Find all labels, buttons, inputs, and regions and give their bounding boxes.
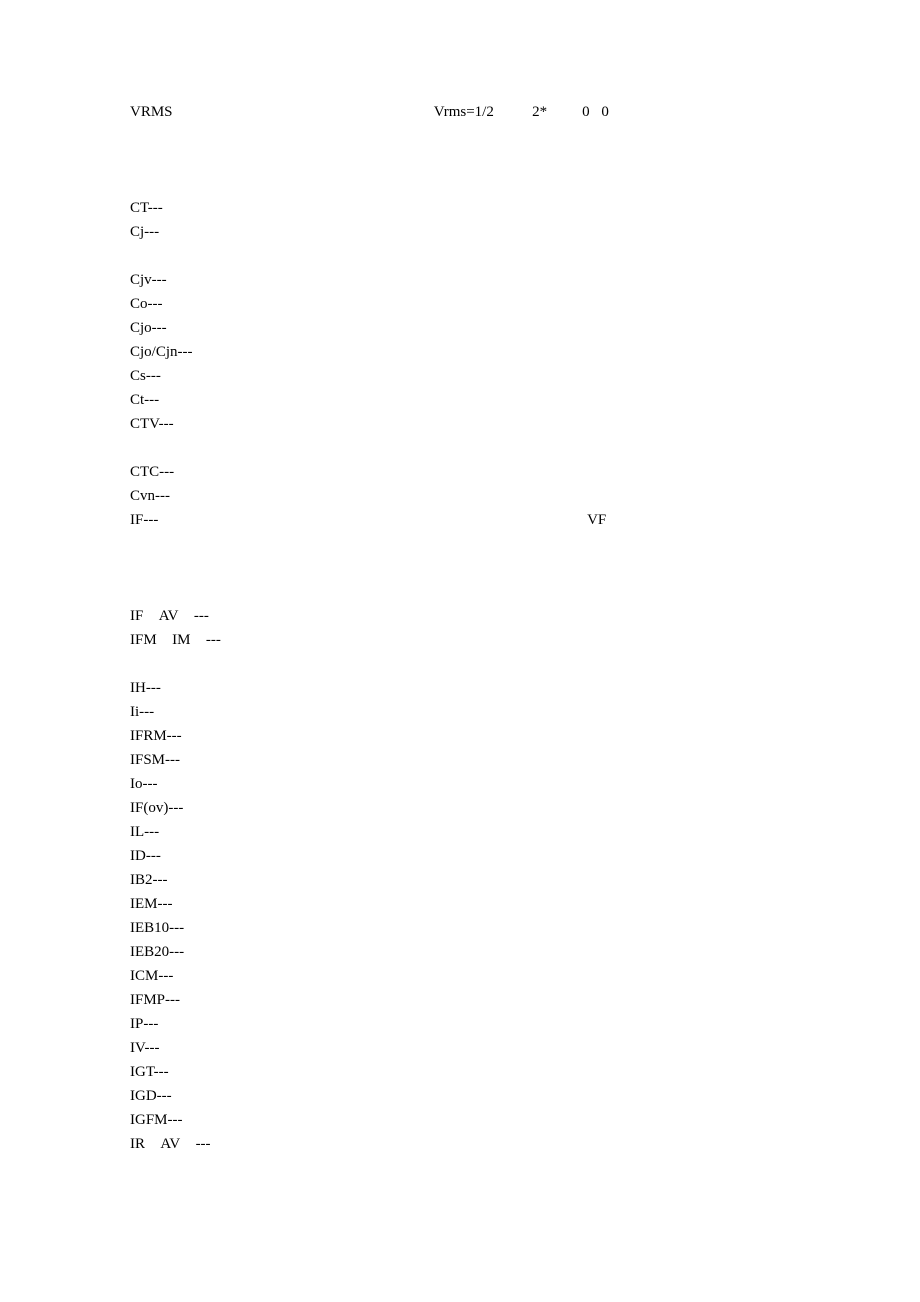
- text-line: IR􀀀 AV􀀀 ---􀀀􀀀􀀀􀀀􀀀􀀀: [130, 1132, 820, 1156]
- text-line: CTV---􀀀􀀀􀀀􀀀􀀀􀀀􀀀 􀀀􀀀􀀀􀀀􀀀􀀀􀀀 􀀀􀀀􀀀􀀀􀀀􀀀􀀀􀀀􀀀􀀀􀀀􀀀􀀀􀀀􀀀􀀀􀀀􀀀: [130, 412, 820, 436]
- text-line: [130, 148, 820, 172]
- text-line: 􀀀􀀀􀀀􀀀􀀀􀀀􀀀􀀀􀀀 􀀀􀀀􀀀􀀀􀀀 􀀀 􀀀􀀀􀀀􀀀􀀀􀀀􀀀􀀀􀀀􀀀􀀀􀀀􀀀􀀀􀀀􀀀􀀀􀀀􀀀􀀀: [130, 556, 820, 580]
- text-line: Cjo---􀀀􀀀􀀀􀀀􀀀􀀀: [130, 316, 820, 340]
- text-line: Cjo/Cjn---􀀀􀀀􀀀􀀀􀀀: [130, 340, 820, 364]
- document-page: VRMS 􀀀􀀀􀀀􀀀􀀀􀀀􀀀􀀀􀀀􀀀􀀀􀀀􀀀􀀀􀀀 Vrms=1/2 􀀀􀀀 2*􀀀􀀀􀀀0􀀀…: [0, 0, 920, 1302]
- text-line: VRMS 􀀀􀀀􀀀􀀀􀀀􀀀􀀀􀀀􀀀􀀀􀀀􀀀􀀀􀀀􀀀 Vrms=1/2 􀀀􀀀 2*􀀀􀀀􀀀0􀀀…: [130, 100, 820, 124]
- text-line: IV---􀀀􀀀􀀀􀀀: [130, 1036, 820, 1060]
- text-line: IF(ov)---􀀀􀀀􀀀􀀀􀀀􀀀: [130, 796, 820, 820]
- text-line: IFM􀀀 IM􀀀 ---􀀀􀀀􀀀􀀀􀀀􀀀􀀀􀀀􀀀􀀀􀀀􀀀􀀀􀀀􀀀􀀀􀀀􀀀􀀀􀀀􀀀􀀀􀀀􀀀􀀀􀀀􀀀: [130, 628, 820, 652]
- text-line: CTC---􀀀􀀀􀀀􀀀􀀀􀀀: [130, 460, 820, 484]
- text-line: Cjv---􀀀􀀀􀀀􀀀􀀀: [130, 268, 820, 292]
- text-line: IF􀀀 AV􀀀 ---􀀀􀀀􀀀􀀀􀀀􀀀: [130, 604, 820, 628]
- text-line: ICM---􀀀􀀀􀀀􀀀􀀀􀀀􀀀􀀀: [130, 964, 820, 988]
- text-line: 􀀀􀀀􀀀􀀀􀀀􀀀􀀀􀀀􀀀􀀀􀀀􀀀􀀀: [130, 172, 820, 196]
- text-line: IB2---􀀀􀀀􀀀􀀀􀀀􀀀􀀀􀀀􀀀􀀀􀀀􀀀􀀀: [130, 868, 820, 892]
- text-line: ID---􀀀􀀀􀀀: [130, 844, 820, 868]
- text-line: 􀀀􀀀􀀀􀀀􀀀􀀀􀀀􀀀􀀀􀀀􀀀􀀀􀀀􀀀􀀀􀀀􀀀􀀀􀀀􀀀: [130, 652, 820, 676]
- text-line: 􀀀􀀀􀀀: [130, 436, 820, 460]
- text-line: IEM---􀀀􀀀􀀀􀀀􀀀􀀀􀀀: [130, 892, 820, 916]
- text-line: Ii--- 􀀀􀀀􀀀􀀀􀀀􀀀􀀀􀀀􀀀: [130, 700, 820, 724]
- text-line: IGFM---􀀀􀀀􀀀􀀀􀀀􀀀􀀀􀀀􀀀: [130, 1108, 820, 1132]
- text-line: 􀀀􀀀􀀀􀀀􀀀􀀀􀀀􀀀􀀀􀀀􀀀􀀀􀀀􀀀􀀀􀀀􀀀􀀀􀀀􀀀􀀀􀀀: [130, 580, 820, 604]
- text-line: Cj---􀀀􀀀􀀀􀀀􀀀􀀀􀀀􀀀 􀀀􀀀􀀀􀀀􀀀􀀀􀀀􀀀􀀀􀀀􀀀􀀀􀀀􀀀􀀀􀀀􀀀􀀀􀀀􀀀􀀀􀀀􀀀: [130, 220, 820, 244]
- text-line: IEB10---􀀀􀀀􀀀􀀀􀀀􀀀􀀀􀀀􀀀􀀀􀀀􀀀􀀀􀀀􀀀􀀀􀀀􀀀􀀀􀀀􀀀: [130, 916, 820, 940]
- text-line: Co---􀀀􀀀􀀀􀀀􀀀: [130, 292, 820, 316]
- text-line: Cvn---􀀀􀀀􀀀􀀀: [130, 484, 820, 508]
- text-line: CT---􀀀􀀀􀀀􀀀: [130, 196, 820, 220]
- text-line: IEB20---􀀀􀀀􀀀􀀀􀀀􀀀􀀀􀀀􀀀􀀀􀀀􀀀􀀀􀀀􀀀: [130, 940, 820, 964]
- text-line: IGD---􀀀􀀀􀀀􀀀􀀀􀀀􀀀􀀀􀀀􀀀􀀀: [130, 1084, 820, 1108]
- text-line: Io---􀀀􀀀􀀀􀀀􀀀􀀀􀀀􀀀􀀀􀀀􀀀􀀀􀀀􀀀􀀀􀀀􀀀􀀀􀀀􀀀􀀀􀀀􀀀􀀀􀀀􀀀􀀀􀀀􀀀􀀀: [130, 772, 820, 796]
- text-line: IFSM---􀀀􀀀􀀀􀀀􀀀􀀀􀀀􀀀􀀀􀀀􀀀􀀀􀀀􀀀􀀀: [130, 748, 820, 772]
- text-line: IL---􀀀􀀀􀀀􀀀􀀀􀀀􀀀􀀀􀀀􀀀􀀀􀀀􀀀: [130, 820, 820, 844]
- text-line: Ct---􀀀􀀀􀀀: [130, 388, 820, 412]
- text-line: IFRM---􀀀􀀀􀀀􀀀􀀀􀀀􀀀􀀀: [130, 724, 820, 748]
- text-line: 􀀀􀀀􀀀􀀀􀀀􀀀􀀀􀀀 􀀀􀀀􀀀􀀀􀀀 􀀀􀀀􀀀􀀀􀀀􀀀􀀀􀀀􀀀􀀀􀀀􀀀 􀀀􀀀􀀀􀀀􀀀􀀀􀀀􀀀􀀀􀀀: [130, 532, 820, 556]
- text-line: IH---􀀀􀀀􀀀􀀀􀀀􀀀􀀀􀀀􀀀􀀀: [130, 676, 820, 700]
- text-line: IFMP---􀀀􀀀􀀀􀀀􀀀􀀀: [130, 988, 820, 1012]
- text-line: 􀀀: [130, 244, 820, 268]
- text-line: IGT---􀀀􀀀􀀀􀀀􀀀􀀀􀀀􀀀􀀀􀀀: [130, 1060, 820, 1084]
- text-line: 􀀀􀀀􀀀: [130, 124, 820, 148]
- text-line: Cs---􀀀􀀀􀀀􀀀􀀀􀀀􀀀􀀀􀀀: [130, 364, 820, 388]
- doc-body: VRMS 􀀀􀀀􀀀􀀀􀀀􀀀􀀀􀀀􀀀􀀀􀀀􀀀􀀀􀀀􀀀 Vrms=1/2 􀀀􀀀 2*􀀀􀀀􀀀0􀀀…: [130, 100, 820, 1156]
- text-line: IP---􀀀􀀀􀀀􀀀: [130, 1012, 820, 1036]
- text-line: IF---􀀀􀀀􀀀􀀀􀀀􀀀􀀀􀀀􀀀􀀀􀀀􀀀􀀀􀀀􀀀􀀀􀀀􀀀􀀀􀀀􀀀􀀀􀀀􀀀􀀀􀀀􀀀􀀀􀀀􀀀 VF 􀀀…: [130, 508, 820, 532]
